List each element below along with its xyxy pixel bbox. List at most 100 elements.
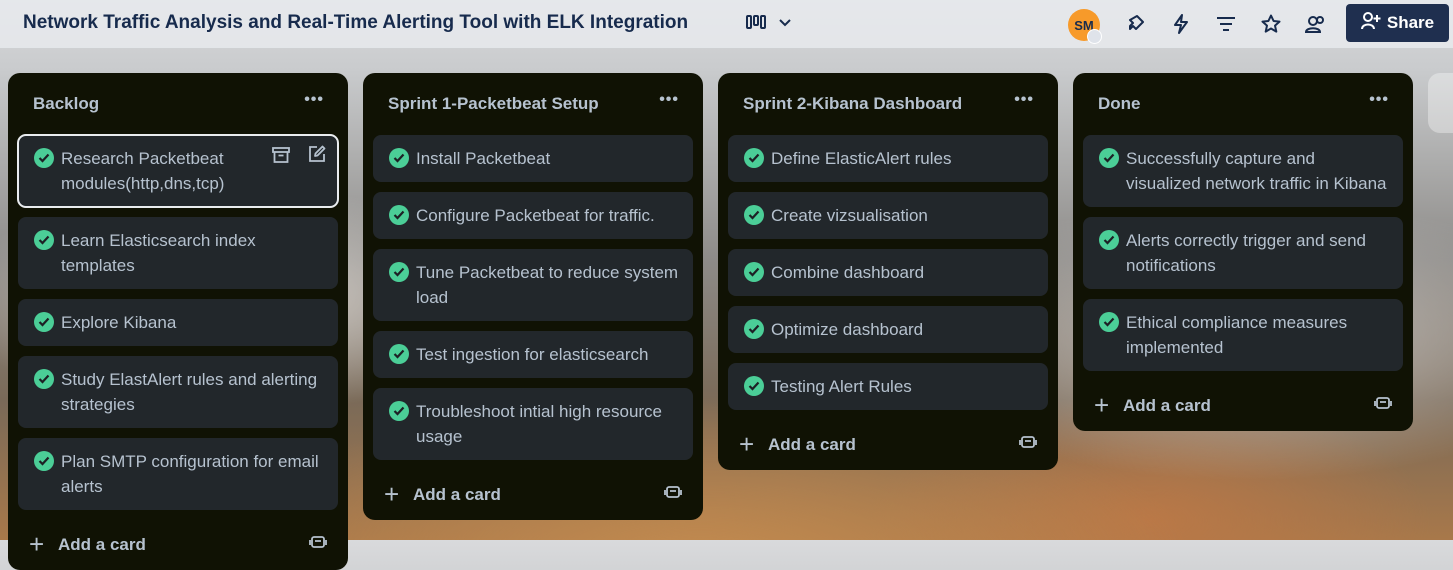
- list-sprint-2: Sprint 2-Kibana Dashboard ••• Define Ela…: [718, 73, 1058, 470]
- view-switcher[interactable]: [746, 12, 798, 36]
- filter-icon[interactable]: [1214, 12, 1238, 36]
- board-title[interactable]: Network Traffic Analysis and Real-Time A…: [23, 12, 688, 34]
- complete-check-icon[interactable]: [34, 451, 54, 471]
- complete-check-icon[interactable]: [389, 401, 409, 421]
- board-header: Network Traffic Analysis and Real-Time A…: [0, 0, 1453, 48]
- list-header: Backlog •••: [8, 73, 348, 135]
- card-title: Research Packetbeat modules(http,dns,tcp…: [61, 149, 225, 193]
- add-card-button[interactable]: + Add a card: [8, 520, 348, 570]
- add-card-button[interactable]: + Add a card: [1073, 381, 1413, 431]
- list-card[interactable]: Ethical compliance measures implemented: [1083, 299, 1403, 371]
- card-title: Install Packetbeat: [416, 149, 551, 168]
- avatar[interactable]: SM: [1068, 9, 1102, 44]
- complete-check-icon[interactable]: [389, 148, 409, 168]
- complete-check-icon[interactable]: [34, 148, 54, 168]
- card-title: Plan SMTP configuration for email alerts: [61, 452, 319, 496]
- card-title: Testing Alert Rules: [771, 377, 912, 396]
- card-title: Study ElastAlert rules and alerting stra…: [61, 370, 318, 414]
- list-header: Sprint 1-Packetbeat Setup •••: [363, 73, 703, 135]
- list-card[interactable]: Explore Kibana: [18, 299, 338, 346]
- complete-check-icon[interactable]: [34, 230, 54, 250]
- list-card[interactable]: Research Packetbeat modules(http,dns,tcp…: [17, 134, 339, 208]
- add-card-label: Add a card: [1123, 396, 1211, 415]
- list-card[interactable]: Troubleshoot intial high resource usage: [373, 388, 693, 460]
- card-title: Tune Packetbeat to reduce system load: [416, 263, 679, 307]
- card-title: Optimize dashboard: [771, 320, 924, 339]
- card-title: Alerts correctly trigger and send notifi…: [1126, 231, 1366, 275]
- complete-check-icon[interactable]: [744, 319, 764, 339]
- list-card[interactable]: Configure Packetbeat for traffic.: [373, 192, 693, 239]
- archive-icon[interactable]: [272, 145, 290, 170]
- list-card[interactable]: Testing Alert Rules: [728, 363, 1048, 410]
- add-card-label: Add a card: [58, 535, 146, 554]
- card-title: Successfully capture and visualized netw…: [1126, 149, 1387, 193]
- card-title: Explore Kibana: [61, 313, 177, 332]
- complete-check-icon[interactable]: [744, 262, 764, 282]
- card-template-icon[interactable]: [1019, 434, 1037, 455]
- list-title[interactable]: Sprint 2-Kibana Dashboard: [743, 94, 962, 114]
- list-card[interactable]: Create vizsualisation: [728, 192, 1048, 239]
- complete-check-icon[interactable]: [34, 369, 54, 389]
- card-template-icon[interactable]: [309, 534, 327, 555]
- card-title: Test ingestion for elasticsearch: [416, 345, 649, 364]
- plus-icon: +: [1094, 390, 1110, 420]
- list-card[interactable]: Tune Packetbeat to reduce system load: [373, 249, 693, 321]
- complete-check-icon[interactable]: [34, 312, 54, 332]
- complete-check-icon[interactable]: [744, 376, 764, 396]
- add-card-button[interactable]: + Add a card: [363, 470, 703, 520]
- list-card[interactable]: Install Packetbeat: [373, 135, 693, 182]
- list-menu-icon[interactable]: •••: [304, 91, 324, 109]
- list-menu-icon[interactable]: •••: [659, 91, 679, 109]
- list-card[interactable]: Combine dashboard: [728, 249, 1048, 296]
- card-template-icon[interactable]: [664, 484, 682, 505]
- list-card[interactable]: Successfully capture and visualized netw…: [1083, 135, 1403, 207]
- add-card-button[interactable]: + Add a card: [718, 420, 1058, 470]
- add-member-icon: [1360, 11, 1381, 35]
- share-button[interactable]: Share: [1346, 4, 1449, 42]
- complete-check-icon[interactable]: [744, 205, 764, 225]
- list-card[interactable]: Plan SMTP configuration for email alerts: [18, 438, 338, 510]
- card-title: Ethical compliance measures implemented: [1126, 313, 1348, 357]
- card-template-icon[interactable]: [1374, 395, 1392, 416]
- list-backlog: Backlog ••• Research Packetbeat modules(…: [8, 73, 348, 570]
- share-label: Share: [1386, 13, 1435, 32]
- complete-check-icon[interactable]: [1099, 312, 1119, 332]
- list-card[interactable]: Study ElastAlert rules and alerting stra…: [18, 356, 338, 428]
- card-actions: [272, 145, 326, 170]
- complete-check-icon[interactable]: [389, 205, 409, 225]
- list-header: Done •••: [1073, 73, 1413, 135]
- plus-icon: +: [29, 529, 45, 559]
- edit-icon[interactable]: [308, 145, 326, 170]
- automation-icon[interactable]: [1169, 12, 1193, 36]
- list-header: Sprint 2-Kibana Dashboard •••: [718, 73, 1058, 135]
- list-menu-icon[interactable]: •••: [1369, 91, 1389, 109]
- complete-check-icon[interactable]: [389, 344, 409, 364]
- complete-check-icon[interactable]: [1099, 230, 1119, 250]
- list-card[interactable]: Alerts correctly trigger and send notifi…: [1083, 217, 1403, 289]
- card-title: Create vizsualisation: [771, 206, 928, 225]
- list-card[interactable]: Define ElasticAlert rules: [728, 135, 1048, 182]
- star-icon[interactable]: [1259, 12, 1283, 36]
- list-card[interactable]: Optimize dashboard: [728, 306, 1048, 353]
- card-title: Troubleshoot intial high resource usage: [416, 402, 663, 446]
- complete-check-icon[interactable]: [389, 262, 409, 282]
- add-card-label: Add a card: [768, 435, 856, 454]
- list-title[interactable]: Backlog: [33, 94, 99, 114]
- complete-check-icon[interactable]: [744, 148, 764, 168]
- complete-check-icon[interactable]: [1099, 148, 1119, 168]
- list-card[interactable]: Learn Elasticsearch index templates: [18, 217, 338, 289]
- card-title: Define ElasticAlert rules: [771, 149, 952, 168]
- add-list-button[interactable]: [1428, 73, 1453, 133]
- card-title: Combine dashboard: [771, 263, 925, 282]
- list-title[interactable]: Done: [1098, 94, 1141, 114]
- card-title: Configure Packetbeat for traffic.: [416, 206, 655, 225]
- plus-icon: +: [384, 479, 400, 509]
- power-ups-icon[interactable]: [1123, 12, 1147, 36]
- list-menu-icon[interactable]: •••: [1014, 91, 1034, 109]
- visibility-icon[interactable]: [1303, 12, 1327, 36]
- view-switcher-icon: [746, 14, 768, 35]
- add-card-label: Add a card: [413, 485, 501, 504]
- list-card[interactable]: Test ingestion for elasticsearch: [373, 331, 693, 378]
- card-title: Learn Elasticsearch index templates: [61, 231, 256, 275]
- list-title[interactable]: Sprint 1-Packetbeat Setup: [388, 94, 599, 114]
